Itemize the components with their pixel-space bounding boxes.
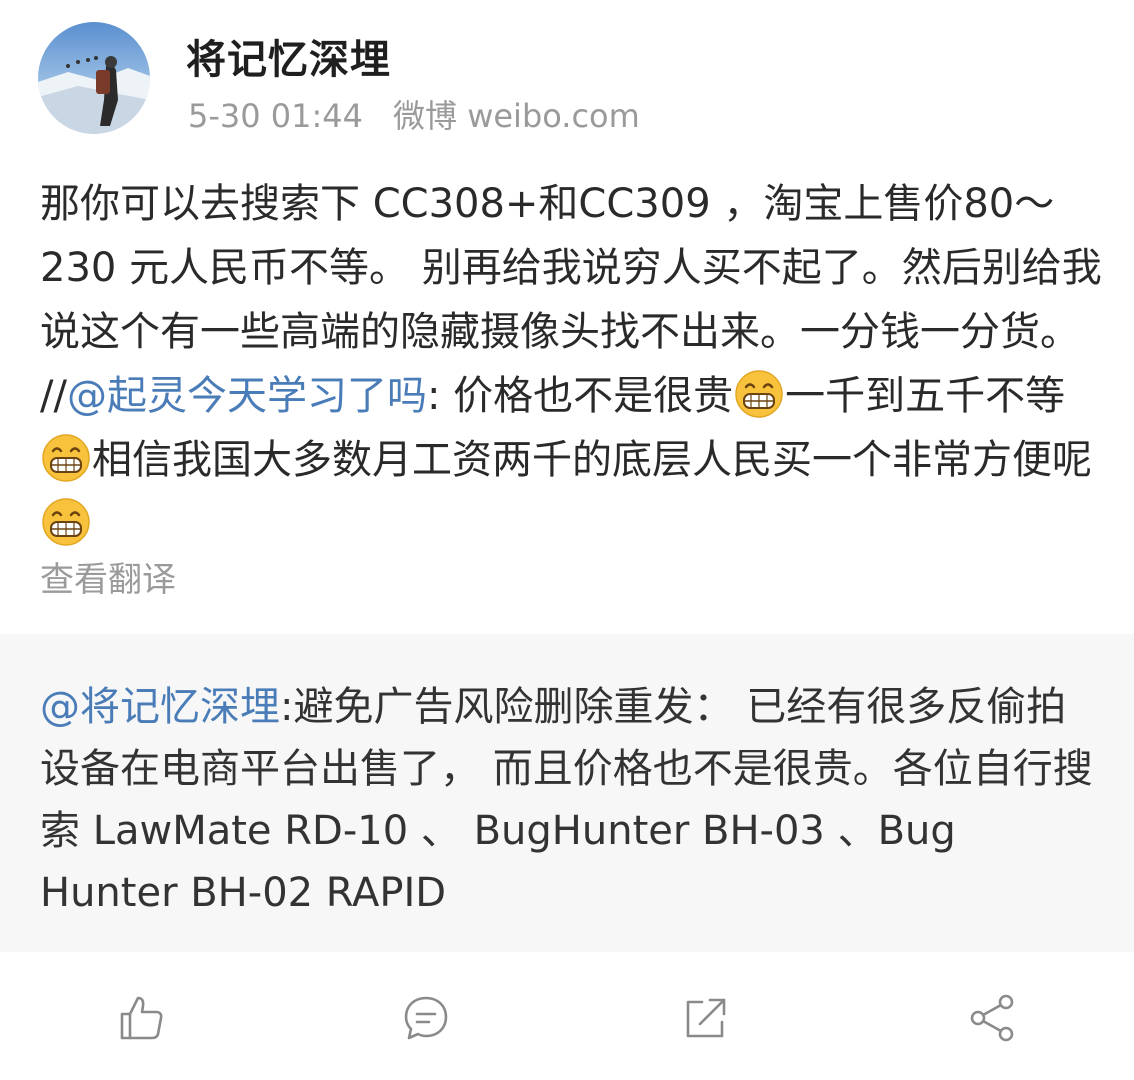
action-bar	[0, 952, 1134, 1080]
grin-emoji-icon	[42, 498, 90, 546]
post-meta: 5-30 01:44 微博 weibo.com	[188, 96, 640, 136]
repost-mention[interactable]: @将记忆深埋	[40, 684, 280, 730]
post-time: 5-30 01:44	[188, 97, 364, 135]
username[interactable]: 将记忆深埋	[186, 34, 391, 86]
repost-icon	[686, 998, 726, 1038]
post-content: 那你可以去搜索下 CC308+和CC309 ，淘宝上售价80～230 元人民币不…	[40, 172, 1110, 556]
like-button[interactable]	[114, 990, 170, 1046]
repost-content: @将记忆深埋:避免广告风险删除重发： 已经有很多反偷拍设备在电商平台出售了， 而…	[40, 676, 1100, 924]
translate-link[interactable]: 查看翻译	[40, 556, 176, 604]
comment-button[interactable]	[398, 990, 454, 1046]
share-button[interactable]	[964, 990, 1020, 1046]
avatar[interactable]	[38, 22, 150, 134]
repost-button[interactable]	[678, 990, 734, 1046]
thumbs-up-icon	[120, 996, 163, 1040]
post-mention[interactable]: @起灵今天学习了吗	[67, 373, 427, 419]
grin-emoji-icon	[735, 370, 783, 418]
repost-box[interactable]: @将记忆深埋:避免广告风险删除重发： 已经有很多反偷拍设备在电商平台出售了， 而…	[0, 634, 1134, 952]
weibo-post-page: 将记忆深埋 5-30 01:44 微博 weibo.com 那你可以去搜索下 CC…	[0, 0, 1134, 1080]
post-source: 微博 weibo.com	[393, 97, 640, 135]
post-text-4: 相信我国大多数月工资两千的底层人民买一个非常方便呢	[92, 437, 1092, 483]
comment-icon	[404, 996, 448, 1040]
grin-emoji-icon	[42, 434, 90, 482]
post-text-3: 一千到五千不等	[785, 373, 1066, 419]
post-text-2: : 价格也不是很贵	[426, 373, 734, 419]
share-icon	[970, 994, 1014, 1042]
